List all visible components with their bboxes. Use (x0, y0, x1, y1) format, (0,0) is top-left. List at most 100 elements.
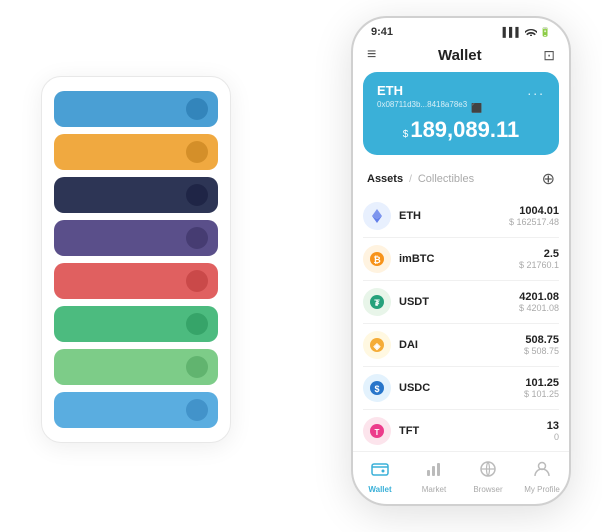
svg-text:₿: ₿ (373, 255, 380, 265)
nav-browser[interactable]: Browser (461, 460, 515, 494)
asset-amount-tft: 13 (547, 420, 559, 432)
page-title: Wallet (438, 47, 482, 64)
eth-card-menu[interactable]: ... (527, 82, 545, 98)
signal-icon: ▌▌▌ (503, 27, 522, 37)
asset-usd-imbtc: $ 21760.1 (519, 260, 559, 270)
bottom-nav: Wallet Market Browser My Profile (353, 451, 569, 504)
nav-wallet[interactable]: Wallet (353, 460, 407, 494)
assets-tabs: Assets / Collectibles (367, 173, 474, 185)
usdc-icon: $ (363, 374, 391, 402)
status-icons: ▌▌▌ 🔋 (503, 27, 551, 38)
svg-text:$: $ (374, 384, 379, 394)
asset-list: ETH 1004.01 $ 162517.48 ₿ imBTC 2.5 $ 21… (353, 195, 569, 451)
asset-usd-dai: $ 508.75 (524, 346, 559, 356)
tab-assets[interactable]: Assets (367, 173, 403, 185)
nav-wallet-label: Wallet (368, 485, 391, 494)
card-item[interactable] (54, 392, 218, 428)
imbtc-icon: ₿ (363, 245, 391, 273)
card-dot (186, 227, 208, 249)
eth-card-top: ETH ... (377, 82, 545, 98)
nav-profile[interactable]: My Profile (515, 460, 569, 494)
phone-body: ETH ... 0x08711d3b...8418a78e3 ⬛ $189,08… (353, 72, 569, 451)
eth-card-name: ETH (377, 83, 403, 98)
wallet-nav-icon (371, 460, 389, 483)
market-nav-icon (425, 460, 443, 483)
card-dot (186, 270, 208, 292)
asset-usd-tft: 0 (547, 432, 559, 442)
asset-row-tft[interactable]: T TFT 13 0 (363, 410, 559, 451)
tab-collectibles[interactable]: Collectibles (418, 173, 474, 185)
asset-amounts-usdc: 101.25 $ 101.25 (524, 377, 559, 399)
asset-row-imbtc[interactable]: ₿ imBTC 2.5 $ 21760.1 (363, 238, 559, 281)
card-item[interactable] (54, 263, 218, 299)
asset-amounts-tft: 13 0 (547, 420, 559, 442)
card-item[interactable] (54, 91, 218, 127)
tab-separator: / (409, 174, 412, 185)
phone-header: ≡ Wallet ⊡ (353, 42, 569, 72)
asset-row-dai[interactable]: ◈ DAI 508.75 $ 508.75 (363, 324, 559, 367)
browser-nav-icon (479, 460, 497, 483)
eth-wallet-card[interactable]: ETH ... 0x08711d3b...8418a78e3 ⬛ $189,08… (363, 72, 559, 155)
menu-button[interactable]: ≡ (367, 46, 376, 64)
phone-mockup: 9:41 ▌▌▌ 🔋 ≡ Wallet ⊡ ETH ... (351, 16, 571, 506)
qr-icon[interactable]: ⬛ (471, 103, 482, 114)
asset-amount-dai: 508.75 (524, 334, 559, 346)
card-dot (186, 313, 208, 335)
tft-icon: T (363, 417, 391, 445)
card-item[interactable] (54, 306, 218, 342)
asset-usd-eth: $ 162517.48 (509, 217, 559, 227)
card-stack (41, 76, 231, 443)
asset-amount-usdc: 101.25 (524, 377, 559, 389)
eth-icon (363, 202, 391, 230)
status-time: 9:41 (371, 26, 393, 38)
balance-value: 189,089.11 (410, 117, 519, 142)
usdt-icon: ₮ (363, 288, 391, 316)
add-asset-button[interactable]: ⊕ (542, 169, 555, 189)
eth-address: 0x08711d3b...8418a78e3 (377, 100, 467, 109)
eth-address-row: 0x08711d3b...8418a78e3 ⬛ (377, 100, 545, 117)
asset-usd-usdc: $ 101.25 (524, 389, 559, 399)
asset-symbol-eth: ETH (399, 210, 509, 222)
card-dot (186, 184, 208, 206)
asset-symbol-usdt: USDT (399, 296, 519, 308)
battery-icon: 🔋 (540, 27, 551, 38)
svg-text:◈: ◈ (373, 341, 382, 351)
asset-amount-eth: 1004.01 (509, 205, 559, 217)
dai-icon: ◈ (363, 331, 391, 359)
svg-text:₮: ₮ (374, 298, 380, 308)
card-dot (186, 356, 208, 378)
asset-symbol-tft: TFT (399, 425, 547, 437)
asset-symbol-usdc: USDC (399, 382, 524, 394)
asset-amounts-dai: 508.75 $ 508.75 (524, 334, 559, 356)
card-item[interactable] (54, 134, 218, 170)
card-dot (186, 141, 208, 163)
asset-symbol-imbtc: imBTC (399, 253, 519, 265)
asset-row-eth[interactable]: ETH 1004.01 $ 162517.48 (363, 195, 559, 238)
card-item[interactable] (54, 220, 218, 256)
scene: 9:41 ▌▌▌ 🔋 ≡ Wallet ⊡ ETH ... (21, 16, 581, 516)
assets-header: Assets / Collectibles ⊕ (353, 165, 569, 195)
card-dot (186, 399, 208, 421)
card-dot (186, 98, 208, 120)
asset-row-usdt[interactable]: ₮ USDT 4201.08 $ 4201.08 (363, 281, 559, 324)
nav-market-label: Market (422, 485, 446, 494)
asset-amounts-imbtc: 2.5 $ 21760.1 (519, 248, 559, 270)
svg-text:T: T (375, 428, 380, 437)
asset-symbol-dai: DAI (399, 339, 524, 351)
expand-button[interactable]: ⊡ (543, 47, 555, 64)
asset-row-usdc[interactable]: $ USDC 101.25 $ 101.25 (363, 367, 559, 410)
eth-balance: $189,089.11 (377, 117, 545, 143)
card-item[interactable] (54, 349, 218, 385)
asset-amounts-eth: 1004.01 $ 162517.48 (509, 205, 559, 227)
nav-browser-label: Browser (473, 485, 502, 494)
wifi-icon (525, 27, 537, 38)
asset-usd-usdt: $ 4201.08 (519, 303, 559, 313)
card-item[interactable] (54, 177, 218, 213)
asset-amounts-usdt: 4201.08 $ 4201.08 (519, 291, 559, 313)
profile-nav-icon (533, 460, 551, 483)
status-bar: 9:41 ▌▌▌ 🔋 (353, 18, 569, 42)
nav-market[interactable]: Market (407, 460, 461, 494)
nav-profile-label: My Profile (524, 485, 560, 494)
balance-currency-label: $ (403, 129, 409, 140)
asset-amount-usdt: 4201.08 (519, 291, 559, 303)
